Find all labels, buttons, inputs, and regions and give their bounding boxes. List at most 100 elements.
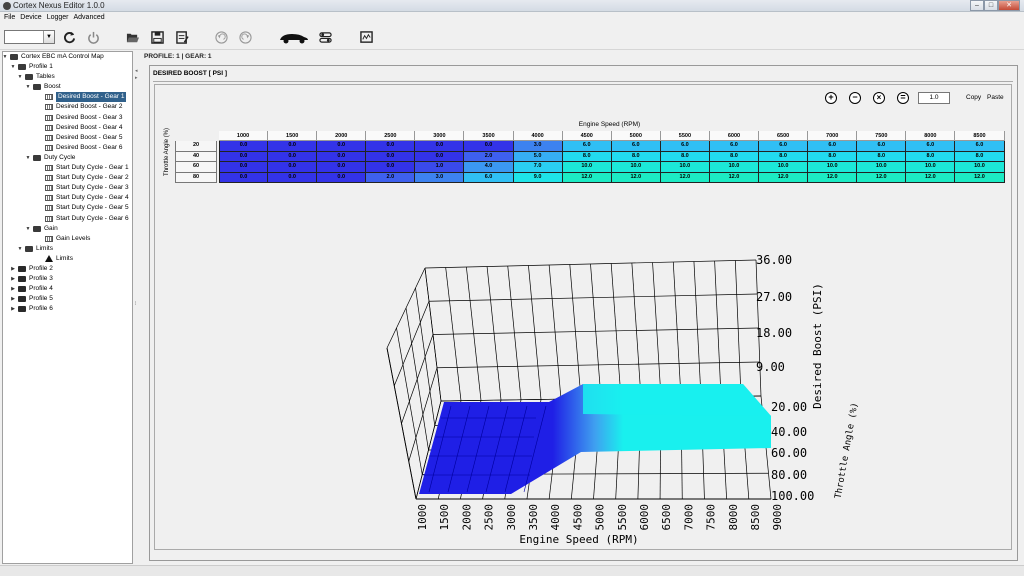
window-title: Cortex Nexus Editor 1.0.0 [13, 1, 105, 10]
panel-title: DESIRED BOOST [ PSI ] [153, 70, 228, 77]
x-tick-label: 6500 [660, 504, 673, 531]
tree-item[interactable]: Start Duty Cycle - Gear 5 [3, 203, 132, 213]
tree-item[interactable]: Start Duty Cycle - Gear 6 [3, 214, 132, 224]
expand-icon[interactable]: ▶ [10, 264, 16, 274]
expand-icon[interactable]: ▶ [10, 294, 16, 304]
tree-item[interactable]: Start Duty Cycle - Gear 2 [3, 173, 132, 183]
open-folder-icon[interactable] [125, 30, 139, 44]
y-tick-label: 20.00 [771, 400, 807, 414]
collapse-icon[interactable]: ▼ [25, 224, 31, 234]
tree-item[interactable]: ▶ Profile 3 [3, 274, 132, 284]
tree-item[interactable]: ▼ Duty Cycle [3, 153, 132, 163]
menu-device[interactable]: Device [20, 12, 41, 24]
tree-item[interactable]: ▶ Profile 6 [3, 304, 132, 314]
x-tick-label: 4500 [571, 504, 584, 531]
chevron-down-icon[interactable]: ▼ [43, 31, 54, 43]
tree-item[interactable]: Start Duty Cycle - Gear 4 [3, 193, 132, 203]
tree-item-label: Boost [44, 83, 61, 91]
tree-item-label: Profile 3 [29, 275, 53, 283]
tree-item[interactable]: Start Duty Cycle - Gear 3 [3, 183, 132, 193]
tree-item[interactable]: ▼ Gain [3, 224, 132, 234]
collapse-icon[interactable]: ▼ [17, 244, 23, 254]
tree-item[interactable]: ▼ Profile 1 [3, 62, 132, 72]
x-tick-label: 7500 [705, 504, 718, 531]
collapse-icon[interactable]: ▼ [10, 62, 16, 72]
menu-file[interactable]: File [4, 12, 15, 24]
collapse-icon[interactable]: ▼ [25, 82, 31, 92]
menu-bar: File Device Logger Advanced [0, 12, 1024, 24]
grid-line [415, 287, 436, 426]
monitor-icon[interactable] [359, 30, 373, 44]
tree-item[interactable]: ▼ Cortex EBC mA Control Map [3, 52, 132, 62]
folder-icon [33, 225, 41, 232]
tree-item-label: Start Duty Cycle - Gear 5 [56, 204, 129, 212]
undo-icon[interactable] [214, 30, 228, 44]
tree-item[interactable]: ▼ Boost [3, 82, 132, 92]
tree-item[interactable]: Desired Boost - Gear 1 [3, 92, 132, 103]
collapse-icon[interactable]: ▼ [25, 153, 31, 163]
x-tick-label: 1000 [416, 504, 429, 531]
save-icon[interactable] [150, 30, 164, 44]
tree-item[interactable]: Desired Boost - Gear 6 [3, 143, 132, 153]
tree-item[interactable]: Desired Boost - Gear 5 [3, 133, 132, 143]
expand-icon[interactable]: ▶ [10, 274, 16, 284]
tree-item[interactable]: ▼ Limits [3, 244, 132, 254]
tree-item[interactable]: Start Duty Cycle - Gear 1 [3, 163, 132, 173]
menu-logger[interactable]: Logger [47, 12, 69, 24]
expand-icon[interactable]: ▶ [10, 304, 16, 314]
minimize-button[interactable]: – [970, 0, 984, 11]
table-icon [45, 134, 53, 141]
y-tick-label: 40.00 [771, 425, 807, 439]
refresh-icon[interactable] [62, 30, 76, 44]
tree-item[interactable]: ▶ Profile 2 [3, 264, 132, 274]
table-icon [45, 215, 53, 222]
folder-icon [33, 84, 41, 91]
toggle-icon[interactable] [318, 30, 332, 44]
folder-icon [25, 245, 33, 252]
tree-item-label: Profile 4 [29, 285, 53, 293]
folder-icon [25, 74, 33, 81]
tree-item[interactable]: Gain Levels [3, 234, 132, 244]
tree-item-label: Start Duty Cycle - Gear 2 [56, 174, 129, 182]
car-icon[interactable] [278, 30, 310, 44]
folder-icon [33, 154, 41, 161]
tree-item-label: Desired Boost - Gear 5 [56, 133, 123, 141]
power-icon[interactable] [86, 30, 100, 44]
tree-item[interactable]: Limits [3, 254, 132, 264]
tree-item[interactable]: ▶ Profile 5 [3, 294, 132, 304]
x-axis-label: Engine Speed (RPM) [519, 533, 638, 546]
table-icon [45, 185, 53, 192]
collapse-icon[interactable]: ▼ [3, 52, 8, 62]
tree-item-label: Tables [36, 73, 55, 81]
z-tick-label: 27.00 [756, 290, 792, 304]
x-tick-label: 3500 [527, 504, 540, 531]
status-bar [0, 565, 1024, 576]
x-tick-label: 5500 [616, 504, 629, 531]
redo-icon[interactable] [238, 30, 252, 44]
menu-advanced[interactable]: Advanced [73, 12, 104, 24]
tree-item-label: Desired Boost - Gear 4 [56, 123, 123, 131]
collapse-icon[interactable]: ▼ [17, 72, 23, 82]
tree-item[interactable]: Desired Boost - Gear 3 [3, 113, 132, 123]
tree-item-label: Profile 2 [29, 264, 53, 272]
tree-item-label: Duty Cycle [44, 153, 76, 161]
tree-item[interactable]: ▼ Tables [3, 72, 132, 82]
z-tick-label: 36.00 [756, 253, 792, 267]
close-button[interactable]: ✕ [998, 0, 1020, 11]
tree-item[interactable]: ▶ Profile 4 [3, 284, 132, 294]
table-icon [45, 124, 53, 131]
folder-icon [18, 286, 26, 293]
table-icon [45, 165, 53, 172]
expand-icon[interactable]: ▶ [10, 284, 16, 294]
x-tick-label: 5000 [594, 504, 607, 531]
x-tick-label: 6000 [638, 504, 651, 531]
device-combo[interactable]: ▼ [4, 30, 55, 44]
warning-icon [45, 254, 53, 262]
maximize-button[interactable]: □ [984, 0, 998, 11]
tree-item[interactable]: Desired Boost - Gear 4 [3, 123, 132, 133]
surface-chart-3d[interactable]: 1000 1500 2000 2500 3000 3500 4000 4500 5000 5500… [155, 85, 1011, 549]
tree-item-label: Profile 1 [29, 63, 53, 71]
tree-item[interactable]: Desired Boost - Gear 2 [3, 102, 132, 112]
save-as-icon[interactable] [175, 30, 189, 44]
tree-item-label: Desired Boost - Gear 3 [56, 113, 123, 121]
